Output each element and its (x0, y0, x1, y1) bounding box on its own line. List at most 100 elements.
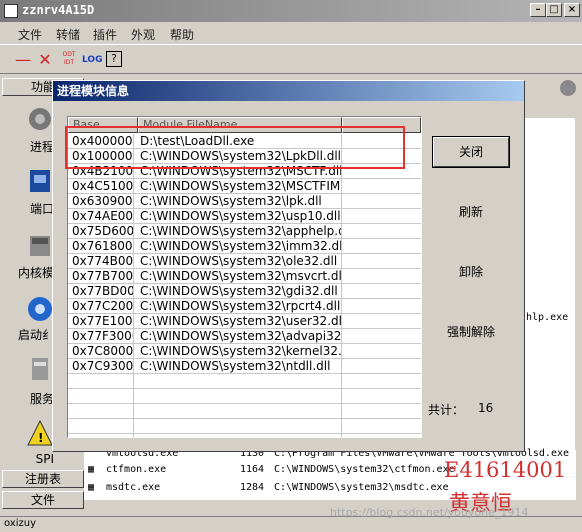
cell-base (70, 389, 134, 404)
close-window-button[interactable]: × (564, 3, 580, 17)
table-row[interactable]: 0x77BD0000 C:\WINDOWS\system32\gdi32.dll (68, 284, 421, 299)
process-pid: 1284 (240, 482, 265, 493)
cell-base: 0x774B0000 (72, 254, 134, 269)
settings-icon[interactable] (560, 80, 576, 96)
dialog-title[interactable]: 进程模块信息 (53, 81, 524, 101)
background-detail-pane: hlp.exe (525, 118, 575, 450)
startup-icon[interactable] (26, 294, 54, 324)
process-name: msdtc.exe (106, 482, 161, 493)
cell-base: 0x77BD0000 (72, 284, 134, 299)
table-row[interactable]: 0x4C510000 C:\WINDOWS\system32\MSCTFIME.i… (68, 179, 421, 194)
log-icon[interactable]: LOG (82, 51, 102, 69)
force-unload-button[interactable]: 强制解除 (433, 318, 509, 348)
table-row[interactable]: 0x76180000 C:\WINDOWS\system32\imm32.dll (68, 239, 421, 254)
background-pane-text: hlp.exe (526, 312, 569, 323)
sidebar-item-spi[interactable]: SPI (2, 452, 54, 466)
sidebar-item-port[interactable]: 端口 (2, 200, 54, 217)
unload-button[interactable]: 卸除 (433, 258, 509, 288)
menu-bar: 文件 转储 插件 外观 帮助 (0, 22, 582, 44)
table-row[interactable]: 0x77C20000 C:\WINDOWS\system32\rpcrt4.dll (68, 299, 421, 314)
table-row[interactable] (68, 434, 421, 437)
table-row[interactable] (68, 374, 421, 389)
menu-file[interactable]: 文件 (18, 26, 42, 43)
minus-icon[interactable]: — (14, 51, 32, 69)
cell-base: 0x77F30000 (70, 329, 134, 344)
refresh-button[interactable]: 刷新 (433, 198, 509, 228)
help-icon[interactable]: ? (106, 51, 122, 67)
minimize-button[interactable]: – (530, 3, 546, 17)
table-row[interactable]: 0x63090000 C:\WINDOWS\system32\lpk.dll (68, 194, 421, 209)
watermark-id: E41614001 (444, 458, 567, 482)
cell-filename: C:\WINDOWS\system32\ntdll.dll (138, 359, 342, 374)
odt-idt-icon[interactable]: ODT IDT (60, 51, 78, 69)
cell-filename: C:\WINDOWS\system32\msvcrt.dll (140, 269, 342, 284)
warning-icon[interactable]: ! (26, 418, 54, 448)
cell-base: 0x76180000 (72, 239, 134, 254)
count-label: 共计： (428, 403, 465, 417)
cell-base: 0x77C20000 (72, 299, 134, 314)
list-item[interactable]: ▦ msdtc.exe 1284 C:\WINDOWS\system32\msd… (88, 482, 449, 493)
process-icon: ▦ (88, 464, 95, 475)
cell-filename: C:\WINDOWS\system32\ole32.dll (138, 254, 342, 269)
cell-base: 0x77E10000 (72, 314, 134, 329)
delete-icon[interactable]: ✕ (36, 51, 54, 69)
menu-dump[interactable]: 转储 (56, 26, 80, 43)
cell-filename: C:\WINDOWS\system32\lpk.dll (138, 194, 342, 209)
cell-base: 0x75D60000 (72, 224, 134, 239)
process-path: C:\WINDOWS\system32\msdtc.exe (274, 482, 449, 493)
watermark-site: https://blog.csdn.net/youyone_1914 (330, 506, 529, 519)
cell-filename: C:\WINDOWS\system32\imm32.dll (140, 239, 342, 254)
cell-filename (138, 389, 342, 404)
sidebar-tab-file[interactable]: 文件 (2, 491, 84, 509)
cell-base: 0x4C510000 (72, 179, 134, 194)
sidebar-tab-registry[interactable]: 注册表 (2, 470, 84, 488)
sidebar-item-startup[interactable]: 启动纟 (2, 326, 54, 343)
cell-filename (138, 434, 342, 437)
cell-filename: C:\WINDOWS\system32\user32.dll (140, 314, 342, 329)
port-icon[interactable] (26, 166, 54, 196)
app-icon (4, 4, 18, 18)
table-row[interactable]: 0x74AE0000 C:\WINDOWS\system32\usp10.dll (68, 209, 421, 224)
window-title: zznrv4A15D (22, 3, 95, 17)
menu-appearance[interactable]: 外观 (131, 26, 155, 43)
sidebar-item-service[interactable]: 服务 (2, 390, 54, 407)
menu-plugins[interactable]: 插件 (93, 26, 117, 43)
gear-icon[interactable] (26, 104, 54, 134)
cell-base: 0x7C800000 (72, 344, 134, 359)
toolbar: — ✕ ODT IDT LOG ? (0, 44, 582, 74)
cell-filename (138, 374, 342, 389)
service-icon[interactable] (26, 354, 54, 384)
cell-filename (138, 419, 342, 434)
svg-text:!: ! (38, 431, 43, 445)
status-user: oxizuy (4, 518, 37, 529)
table-row[interactable]: 0x774B0000 C:\WINDOWS\system32\ole32.dll (68, 254, 421, 269)
kernel-module-icon[interactable] (26, 230, 54, 260)
process-icon: ▦ (88, 482, 95, 493)
highlight-box (65, 126, 405, 169)
cell-base: 0x7C930000 (72, 359, 134, 374)
cell-base (70, 404, 134, 419)
menu-help[interactable]: 帮助 (170, 26, 194, 43)
table-row[interactable]: 0x77F30000 C:\WINDOWS\system32\advapi32.d… (68, 329, 421, 344)
table-row[interactable] (68, 389, 421, 404)
table-row[interactable]: 0x77E10000 C:\WINDOWS\system32\user32.dll (68, 314, 421, 329)
table-row[interactable] (68, 419, 421, 434)
cell-filename: C:\WINDOWS\system32\gdi32.dll (138, 284, 342, 299)
list-item[interactable]: ▦ ctfmon.exe 1164 C:\WINDOWS\system32\ct… (88, 464, 455, 475)
cell-base: 0x77B70000 (72, 269, 134, 284)
table-row[interactable] (68, 404, 421, 419)
cell-filename (138, 404, 342, 419)
cell-filename: C:\WINDOWS\system32\MSCTFIME.ime (140, 179, 342, 194)
table-row[interactable]: 0x7C930000 C:\WINDOWS\system32\ntdll.dll (68, 359, 421, 374)
process-name: ctfmon.exe (106, 464, 167, 475)
sidebar-item-process[interactable]: 进程 (2, 138, 54, 155)
cell-filename: C:\WINDOWS\system32\usp10.dll (140, 209, 342, 224)
table-row[interactable]: 0x75D60000 C:\WINDOWS\system32\apphelp.dl… (68, 224, 421, 239)
cell-filename: C:\WINDOWS\system32\apphelp.dll (140, 224, 342, 239)
maximize-button[interactable]: □ (546, 3, 562, 17)
table-row[interactable]: 0x7C800000 C:\WINDOWS\system32\kernel32.d… (68, 344, 421, 359)
close-button[interactable]: 关闭 (433, 137, 509, 167)
sidebar-item-kernel-module[interactable]: 内核模 (2, 264, 54, 281)
table-row[interactable]: 0x77B70000 C:\WINDOWS\system32\msvcrt.dll (68, 269, 421, 284)
cell-base: 0x63090000 (72, 194, 134, 209)
